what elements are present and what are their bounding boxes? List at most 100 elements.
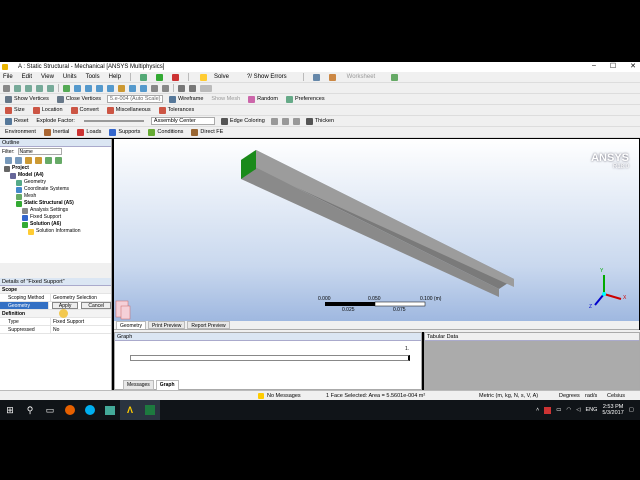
tag-icon[interactable] bbox=[391, 73, 399, 81]
zoom-fit-icon[interactable] bbox=[107, 84, 114, 92]
viewport-layout-icon[interactable] bbox=[200, 84, 212, 92]
tray-arrow-icon[interactable]: ˄ bbox=[536, 407, 539, 413]
camera-icon[interactable] bbox=[312, 73, 320, 81]
clock[interactable]: 2:53 PM 5/3/2017 bbox=[602, 404, 623, 416]
collapse-icon[interactable] bbox=[15, 157, 22, 164]
tolerances-button[interactable]: Tolerances bbox=[157, 106, 197, 114]
tree-item[interactable]: Fixed Support bbox=[0, 214, 111, 221]
beam-side-face[interactable] bbox=[256, 150, 514, 287]
graphics-viewport[interactable]: ANSYS R18.0 0.000 0.050 0.100 (m) 0.025 … bbox=[114, 139, 639, 321]
units-status[interactable]: Metric (m, kg, N, s, V, A) bbox=[479, 393, 559, 399]
loads-button[interactable]: Loads bbox=[75, 128, 103, 136]
location-button[interactable]: Location bbox=[31, 106, 65, 114]
supports-button[interactable]: Supports bbox=[107, 128, 142, 136]
solve-button[interactable]: Solve bbox=[198, 73, 236, 81]
menu-file[interactable]: File bbox=[3, 74, 13, 80]
menu-help[interactable]: Help bbox=[109, 74, 121, 80]
next-view-icon[interactable] bbox=[140, 84, 147, 92]
tree-item[interactable]: Static Structural (A5) bbox=[0, 200, 111, 207]
tray-app-icon[interactable] bbox=[544, 406, 552, 414]
random-button[interactable]: Random bbox=[246, 95, 280, 103]
menu-units[interactable]: Units bbox=[63, 74, 77, 80]
volume-icon[interactable]: ◁ bbox=[576, 407, 580, 413]
conditions-button[interactable]: Conditions bbox=[146, 128, 185, 136]
miscellaneous-button[interactable]: Miscellaneous bbox=[105, 106, 153, 114]
folder2-icon[interactable] bbox=[35, 157, 42, 164]
zoom-icon[interactable] bbox=[85, 84, 92, 92]
show-vertices-button[interactable]: Show Vertices bbox=[3, 95, 51, 103]
show-errors-button[interactable]: ?/ Show Errors bbox=[245, 74, 294, 80]
select-mode-icon[interactable] bbox=[178, 84, 185, 92]
angle-status[interactable]: Degrees bbox=[559, 393, 585, 399]
excel-icon[interactable] bbox=[140, 400, 160, 420]
show-mesh-button[interactable]: Show Mesh bbox=[209, 96, 242, 102]
iso-view-icon[interactable] bbox=[151, 84, 158, 92]
pan-icon[interactable] bbox=[74, 84, 81, 92]
windows-start-icon[interactable]: ⊞ bbox=[0, 400, 20, 420]
model-canvas[interactable] bbox=[114, 139, 639, 321]
check-icon[interactable] bbox=[155, 73, 163, 81]
thicken-button[interactable]: Thicken bbox=[304, 117, 336, 125]
definition-section[interactable]: Definition bbox=[0, 310, 111, 318]
ansys-mechanical-icon[interactable]: Λ bbox=[120, 400, 140, 420]
cancel-button[interactable]: Cancel bbox=[81, 302, 111, 309]
geometry-row[interactable]: Geometry Apply Cancel bbox=[0, 302, 111, 310]
tree-item[interactable]: Solution (A6) bbox=[0, 221, 111, 228]
timeline-bar[interactable] bbox=[130, 355, 410, 361]
edge-style2-icon[interactable] bbox=[281, 117, 289, 125]
expand-icon[interactable] bbox=[5, 157, 12, 164]
magnifier-icon[interactable] bbox=[118, 84, 125, 92]
convert-button[interactable]: Convert bbox=[69, 106, 101, 114]
tab-report-preview[interactable]: Report Preview bbox=[187, 321, 230, 329]
new-icon[interactable] bbox=[139, 73, 147, 81]
set-view-icon[interactable] bbox=[162, 84, 169, 92]
menu-tools[interactable]: Tools bbox=[86, 74, 100, 80]
tab-messages[interactable]: Messages bbox=[123, 380, 154, 390]
edge-style3-icon[interactable] bbox=[292, 117, 300, 125]
direct-fe-button[interactable]: Direct FE bbox=[189, 128, 225, 136]
tree-item[interactable]: Model (A4) bbox=[0, 172, 111, 179]
collapse-all-icon[interactable] bbox=[55, 157, 62, 164]
edge-select-icon[interactable] bbox=[25, 84, 32, 92]
tree-item[interactable]: Geometry bbox=[0, 179, 111, 186]
scope-section[interactable]: Scope bbox=[0, 286, 111, 294]
maximize-button[interactable]: ☐ bbox=[610, 62, 616, 70]
battery-icon[interactable]: ▭ bbox=[556, 407, 561, 413]
view-cube-icon[interactable] bbox=[115, 300, 131, 320]
reset-button[interactable]: Reset bbox=[3, 117, 30, 125]
wireframe-button[interactable]: Wireframe bbox=[167, 95, 205, 103]
worksheet-button[interactable]: Worksheet bbox=[345, 74, 383, 80]
beam-front-face[interactable] bbox=[241, 160, 499, 297]
tab-geometry[interactable]: Geometry bbox=[116, 321, 146, 329]
body-select-icon[interactable] bbox=[47, 84, 54, 92]
skype-icon[interactable] bbox=[80, 400, 100, 420]
wifi-icon[interactable]: ◠ bbox=[566, 407, 571, 413]
tree-item[interactable]: Coordinate Systems bbox=[0, 186, 111, 193]
edge-coloring-button[interactable]: Edge Coloring bbox=[219, 117, 267, 125]
language-indicator[interactable]: ENG bbox=[585, 407, 597, 413]
image-icon[interactable] bbox=[328, 73, 336, 81]
scoping-method-row[interactable]: Scoping Method Geometry Selection bbox=[0, 294, 111, 302]
tree-item[interactable]: Solution Information bbox=[0, 228, 111, 235]
triad[interactable] bbox=[594, 275, 622, 306]
filter-dropdown[interactable]: Name bbox=[17, 148, 62, 155]
edge-style-icon[interactable] bbox=[270, 117, 278, 125]
tab-graph[interactable]: Graph bbox=[155, 380, 179, 390]
workbench-icon[interactable] bbox=[100, 400, 120, 420]
folder-icon[interactable] bbox=[25, 157, 32, 164]
rate-status[interactable]: rad/s bbox=[585, 393, 607, 399]
stop-icon[interactable] bbox=[171, 73, 179, 81]
notifications-icon[interactable]: ▢ bbox=[629, 407, 634, 413]
firefox-icon[interactable] bbox=[60, 400, 80, 420]
temp-status[interactable]: Celsius bbox=[607, 393, 625, 399]
apply-button[interactable]: Apply bbox=[51, 302, 79, 309]
close-button[interactable]: ✕ bbox=[630, 62, 636, 70]
clipboard-icon[interactable] bbox=[189, 84, 196, 92]
inertial-button[interactable]: Inertial bbox=[42, 128, 72, 136]
vertex-select-icon[interactable] bbox=[14, 84, 21, 92]
zoom-box-icon[interactable] bbox=[96, 84, 103, 92]
menu-edit[interactable]: Edit bbox=[22, 74, 32, 80]
panel-splitter[interactable] bbox=[0, 263, 112, 278]
tree-item[interactable]: Analysis Settings bbox=[0, 207, 111, 214]
search-icon[interactable]: ⚲ bbox=[20, 400, 40, 420]
